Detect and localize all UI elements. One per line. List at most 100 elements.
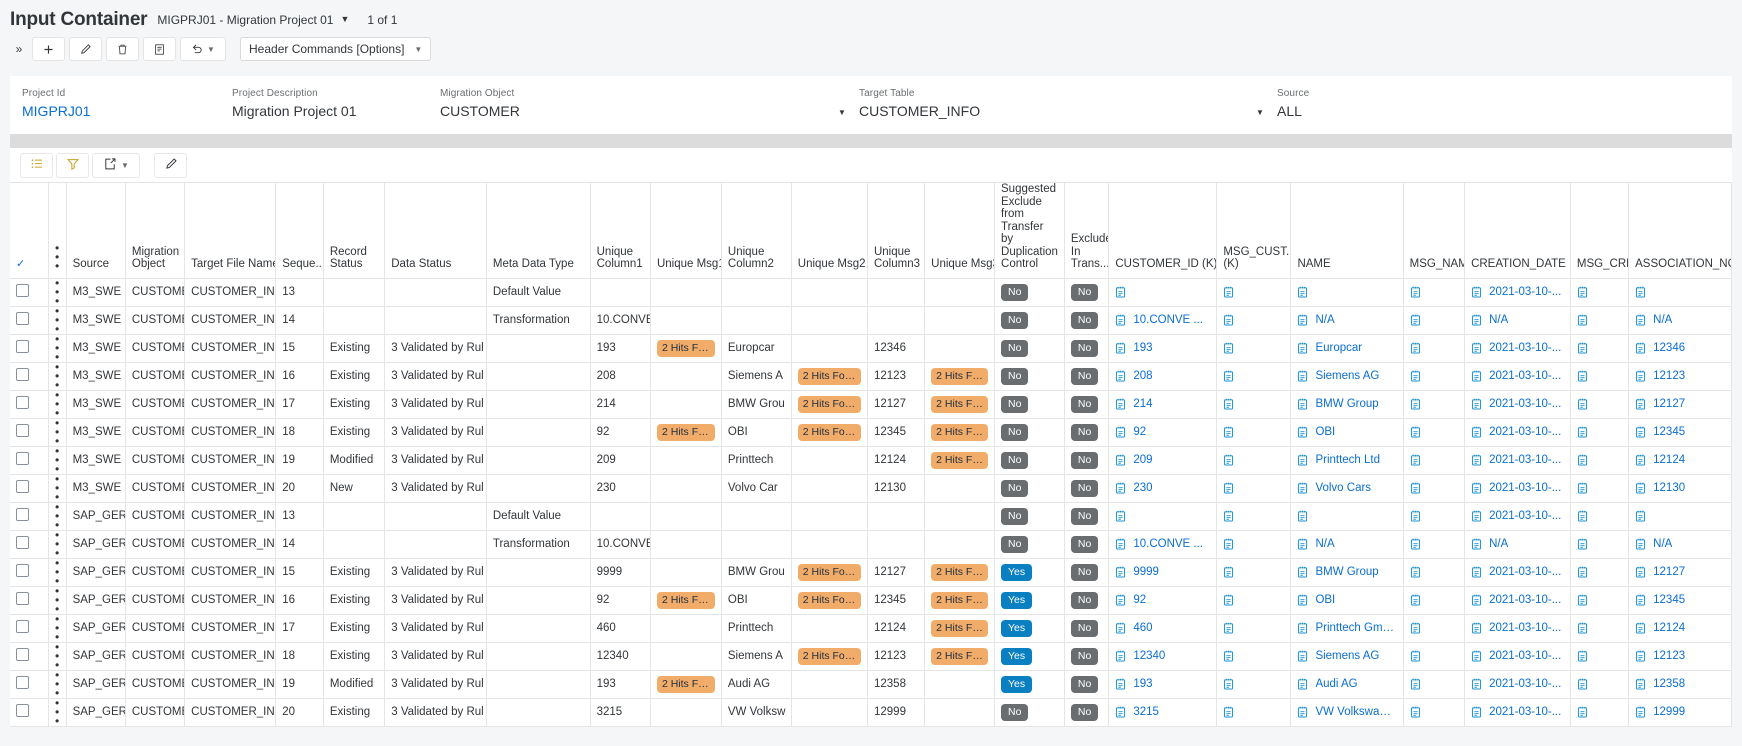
cell-assoc[interactable]: N/A [1629, 530, 1732, 558]
notepad-icon[interactable] [1115, 566, 1126, 578]
hits-found-badge[interactable]: 2 Hits Foun... [931, 396, 988, 413]
notepad-icon[interactable] [1577, 566, 1588, 578]
cell-creation[interactable]: 2021-03-10-... [1465, 670, 1571, 698]
notepad-icon[interactable] [1297, 370, 1308, 382]
notepad-icon[interactable] [1635, 314, 1646, 326]
cell-source[interactable]: M3_SWE [66, 418, 125, 446]
row-checkbox[interactable] [16, 620, 29, 633]
notepad-icon[interactable] [1471, 566, 1482, 578]
cell-assoc[interactable]: 12127 [1629, 390, 1732, 418]
filter-button[interactable] [56, 153, 89, 178]
notepad-icon[interactable] [1635, 510, 1646, 522]
notepad-icon[interactable] [1410, 286, 1421, 298]
hits-found-badge[interactable]: 2 Hits Foun... [931, 592, 988, 609]
hits-found-badge[interactable]: 2 Hits Foun... [798, 648, 861, 665]
table-row[interactable]: •••SAP_GERCUSTOMERCUSTOMER_INFO13Default… [10, 502, 1732, 530]
notepad-icon[interactable] [1577, 398, 1588, 410]
cell-msgcre[interactable] [1570, 278, 1628, 306]
notepad-icon[interactable] [1471, 286, 1482, 298]
notepad-icon[interactable] [1115, 426, 1126, 438]
table-row[interactable]: •••SAP_GERCUSTOMERCUSTOMER_INFO16Existin… [10, 586, 1732, 614]
cell-source[interactable]: M3_SWE [66, 390, 125, 418]
notepad-icon[interactable] [1635, 454, 1646, 466]
cell-custid[interactable]: 10.CONVE ... [1109, 306, 1217, 334]
notepad-icon[interactable] [1223, 538, 1234, 550]
cell-msgcust[interactable] [1217, 362, 1291, 390]
row-actions-cell[interactable]: ••• [48, 474, 66, 502]
cell-source[interactable]: SAP_GER [66, 614, 125, 642]
cell-creation[interactable]: 2021-03-10-... [1465, 278, 1571, 306]
table-row[interactable]: •••M3_SWECUSTOMERCUSTOMER_INFO16Existing… [10, 362, 1732, 390]
notepad-icon[interactable] [1410, 342, 1421, 354]
status-badge-no[interactable]: No [1071, 536, 1098, 553]
row-checkbox-cell[interactable] [10, 306, 48, 334]
status-badge-no[interactable]: No [1071, 648, 1098, 665]
cell-msgcre[interactable] [1570, 502, 1628, 530]
row-checkbox[interactable] [16, 368, 29, 381]
row-checkbox-cell[interactable] [10, 390, 48, 418]
cell-custid[interactable]: 230 [1109, 474, 1217, 502]
notepad-icon[interactable] [1577, 286, 1588, 298]
kebab-menu-icon[interactable]: ••• [55, 307, 60, 334]
notepad-icon[interactable] [1297, 510, 1308, 522]
cell-msgname[interactable] [1403, 502, 1464, 530]
row-actions-cell[interactable]: ••• [48, 670, 66, 698]
cell-creation[interactable]: 2021-03-10-... [1465, 586, 1571, 614]
kebab-menu-icon[interactable]: ••• [55, 531, 60, 558]
notepad-icon[interactable] [1115, 594, 1126, 606]
cell-assoc[interactable]: 12123 [1629, 362, 1732, 390]
notepad-icon[interactable] [1297, 314, 1308, 326]
cell-custid[interactable]: 208 [1109, 362, 1217, 390]
cell-name[interactable]: Printtech GmbH [1291, 614, 1403, 642]
notepad-icon[interactable] [1577, 706, 1588, 718]
cell-source[interactable]: SAP_GER [66, 530, 125, 558]
column-header-um2[interactable]: Unique Msg2 [791, 183, 867, 279]
notepad-icon[interactable] [1471, 482, 1482, 494]
notepad-icon[interactable] [1115, 482, 1126, 494]
row-checkbox-cell[interactable] [10, 698, 48, 726]
kebab-menu-icon[interactable]: ••• [55, 244, 60, 271]
cell-msgcre[interactable] [1570, 474, 1628, 502]
cell-custid[interactable]: 3215 [1109, 698, 1217, 726]
field-value-project-id[interactable]: MIGPRJ01 [22, 103, 90, 120]
column-header-seq[interactable]: Seque... [276, 183, 324, 279]
hits-found-badge[interactable]: 2 Hits Foun... [931, 368, 988, 385]
cell-assoc[interactable]: 12358 [1629, 670, 1732, 698]
cell-msgcust[interactable] [1217, 586, 1291, 614]
notepad-icon[interactable] [1471, 426, 1482, 438]
column-header-datastat[interactable]: Data Status [385, 183, 487, 279]
cell-msgname[interactable] [1403, 614, 1464, 642]
notepad-icon[interactable] [1410, 370, 1421, 382]
cell-tgtfile[interactable]: CUSTOMER_INFO [185, 446, 276, 474]
cell-custid[interactable]: 92 [1109, 586, 1217, 614]
notepad-icon[interactable] [1410, 706, 1421, 718]
cell-source[interactable]: M3_SWE [66, 474, 125, 502]
status-badge-no[interactable]: No [1001, 312, 1028, 329]
notepad-icon[interactable] [1115, 510, 1126, 522]
row-checkbox-cell[interactable] [10, 586, 48, 614]
status-badge-no[interactable]: No [1001, 284, 1028, 301]
cell-msgname[interactable] [1403, 390, 1464, 418]
cell-assoc[interactable]: 12124 [1629, 614, 1732, 642]
status-badge-no[interactable]: No [1071, 452, 1098, 469]
row-actions-cell[interactable]: ••• [48, 278, 66, 306]
notepad-icon[interactable] [1223, 398, 1234, 410]
notepad-icon[interactable] [1635, 594, 1646, 606]
notepad-icon[interactable] [1223, 286, 1234, 298]
cell-name[interactable]: BMW Group [1291, 558, 1403, 586]
table-row[interactable]: •••SAP_GERCUSTOMERCUSTOMER_INFO14Transfo… [10, 530, 1732, 558]
cell-msgname[interactable] [1403, 334, 1464, 362]
notepad-icon[interactable] [1410, 510, 1421, 522]
column-header-assoc[interactable]: ASSOCIATION_NO [1629, 183, 1732, 279]
kebab-menu-icon[interactable]: ••• [55, 363, 60, 390]
status-badge-no[interactable]: No [1001, 536, 1028, 553]
cell-creation[interactable]: N/A [1465, 306, 1571, 334]
cell-msgname[interactable] [1403, 642, 1464, 670]
column-header-migobj[interactable]: Migration Object [125, 183, 184, 279]
cell-assoc[interactable]: 12999 [1629, 698, 1732, 726]
cell-name[interactable]: N/A [1291, 530, 1403, 558]
cell-msgcust[interactable] [1217, 614, 1291, 642]
table-row[interactable]: •••M3_SWECUSTOMERCUSTOMER_INFO15Existing… [10, 334, 1732, 362]
row-actions-cell[interactable]: ••• [48, 502, 66, 530]
status-badge-yes[interactable]: Yes [1001, 620, 1032, 637]
